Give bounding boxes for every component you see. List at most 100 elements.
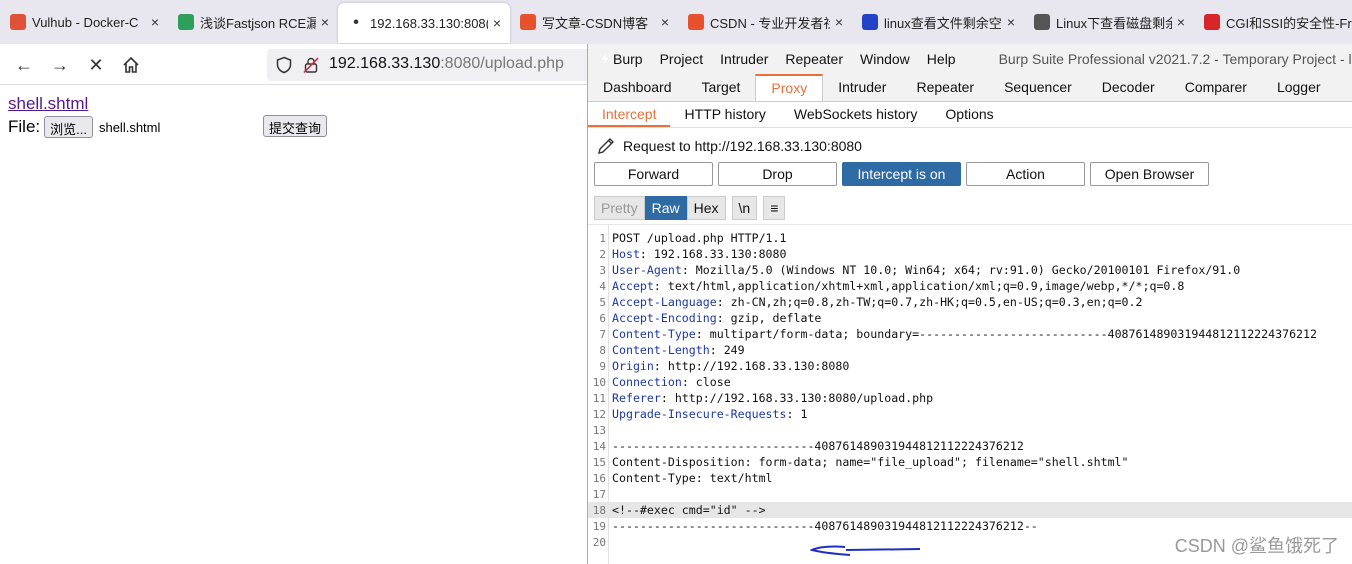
url-path: :8080/upload.php — [440, 55, 564, 72]
menu-burp[interactable]: Burp — [613, 51, 643, 67]
url-host: 192.168.33.130 — [329, 55, 441, 72]
burp-main-tabs: Dashboard Target Proxy Intruder Repeater Sequ… — [588, 74, 1352, 102]
browser-tab-6[interactable]: Linux下查看磁盘剩余 × — [1024, 0, 1194, 44]
insecure-lock-icon[interactable] — [302, 56, 320, 74]
menu-help[interactable]: Help — [927, 51, 956, 67]
line-value: : 249 — [709, 343, 745, 357]
line-value: -----------------------------40876148903… — [612, 439, 1024, 453]
tab-proxy[interactable]: Proxy — [755, 74, 824, 101]
tab-intruder[interactable]: Intruder — [823, 74, 901, 101]
tab-close-icon[interactable]: × — [1172, 14, 1190, 30]
upload-page: shell.shtml File: 浏览... shell.shtml 提交查询 — [0, 86, 588, 564]
tab-close-icon[interactable]: × — [830, 14, 848, 30]
line-value: POST /upload.php HTTP/1.1 — [612, 231, 787, 245]
request-line: 16 Content-Type: text/html — [588, 470, 1352, 486]
tab-decoder[interactable]: Decoder — [1087, 74, 1170, 101]
drop-button[interactable]: Drop — [718, 162, 837, 186]
browser-tab-4[interactable]: CSDN - 专业开发者社 × — [678, 0, 852, 44]
tab-favicon-icon — [1204, 14, 1220, 30]
tab-close-icon[interactable]: × — [146, 14, 164, 30]
line-number: 5 — [599, 296, 606, 309]
request-line: 3 User-Agent: Mozilla/5.0 (Windows NT 10.… — [588, 262, 1352, 278]
back-arrow-icon[interactable]: ← — [12, 53, 36, 77]
tab-favicon-icon — [178, 14, 194, 30]
tab-close-icon[interactable]: × — [656, 14, 674, 30]
request-line: 7 Content-Type: multipart/form-data; boun… — [588, 326, 1352, 342]
tab-favicon-icon — [688, 14, 704, 30]
tab-label: 192.168.33.130:808( — [370, 15, 488, 31]
menu-intruder[interactable]: Intruder — [720, 51, 768, 67]
tab-label: 浅谈Fastjson RCE漏 — [200, 15, 316, 31]
request-line: 10 Connection: close — [588, 374, 1352, 390]
subtab-options[interactable]: Options — [931, 102, 1007, 127]
uploaded-file-link[interactable]: shell.shtml — [8, 94, 88, 114]
tab-target[interactable]: Target — [687, 74, 756, 101]
tab-close-icon[interactable]: × — [488, 15, 506, 31]
line-number: 20 — [592, 536, 606, 549]
browser-tab-0[interactable]: Vulhub - Docker-C × — [0, 0, 168, 44]
url-text[interactable]: 192.168.33.130:8080/upload.php — [329, 55, 564, 73]
header-name: Connection — [612, 375, 682, 389]
browser-tab-7[interactable]: CGI和SSI的安全性-Fr — [1194, 0, 1352, 44]
tab-label: Vulhub - Docker-C — [32, 14, 139, 30]
line-value: : zh-CN,zh;q=0.8,zh-TW;q=0.7,zh-HK;q=0.5… — [716, 295, 1143, 309]
subtab-intercept[interactable]: Intercept — [588, 102, 671, 127]
line-content: Content-Type: text/html — [612, 470, 773, 486]
view-raw-button[interactable]: Raw — [644, 196, 687, 220]
view-hex-button[interactable]: Hex — [686, 196, 726, 220]
line-number: 14 — [592, 440, 606, 453]
open-browser-button[interactable]: Open Browser — [1090, 162, 1209, 186]
line-number: 7 — [599, 328, 606, 341]
tab-close-icon[interactable]: × — [1002, 14, 1020, 30]
line-number: 6 — [599, 312, 606, 325]
tab-dashboard[interactable]: Dashboard — [588, 74, 687, 101]
header-name: Upgrade-Insecure-Requests — [612, 407, 787, 421]
tab-favicon-icon — [1034, 14, 1050, 30]
request-line: 11 Referer: http://192.168.33.130:8080/up… — [588, 390, 1352, 406]
view-menu-icon[interactable]: ≡ — [763, 196, 786, 220]
forward-button[interactable]: Forward — [594, 162, 713, 186]
subtab-websockets-history[interactable]: WebSockets history — [780, 102, 931, 127]
view-n-button[interactable]: \n — [731, 196, 758, 220]
line-number: 16 — [592, 472, 606, 485]
action-button[interactable]: Action — [966, 162, 1085, 186]
tab-logger[interactable]: Logger — [1262, 74, 1336, 101]
burp-suite-window: Burp Project Intruder Repeater Window Help Bur… — [587, 44, 1352, 564]
line-content: Host: 192.168.33.130:8080 — [612, 246, 787, 262]
menu-project[interactable]: Project — [660, 51, 704, 67]
request-line: 17 — [588, 486, 1352, 502]
browser-tab-2[interactable]: • 192.168.33.130:808(× — [338, 3, 510, 43]
line-content: Content-Length: 249 — [612, 342, 745, 358]
submit-query-button[interactable]: 提交查询 — [263, 115, 328, 137]
url-bar[interactable]: 192.168.33.130:8080/upload.php — [267, 49, 588, 81]
line-content: User-Agent: Mozilla/5.0 (Windows NT 10.0… — [612, 262, 1240, 278]
shield-icon[interactable] — [275, 56, 293, 74]
forward-arrow-icon[interactable]: → — [48, 53, 72, 77]
line-number: 10 — [592, 376, 606, 389]
browser-tab-5[interactable]: linux查看文件剩余空 × — [852, 0, 1024, 44]
browser-nav-bar: ← → ✕ 192.168.33.130:8080/upload.php — [0, 44, 588, 85]
browser-tab-3[interactable]: 写文章-CSDN博客 × — [510, 0, 678, 44]
request-line: 5 Accept-Language: zh-CN,zh;q=0.8,zh-TW;q… — [588, 294, 1352, 310]
raw-request-editor[interactable]: 1 POST /upload.php HTTP/1.1 2 Host: 192.168… — [588, 224, 1352, 564]
browser-tab-1[interactable]: 浅谈Fastjson RCE漏 × — [168, 0, 338, 44]
subtab-http-history[interactable]: HTTP history — [670, 102, 779, 127]
file-row: File: 浏览... shell.shtml — [8, 116, 160, 138]
line-number: 18 — [592, 504, 606, 517]
tab-sequencer[interactable]: Sequencer — [989, 74, 1087, 101]
menu-window[interactable]: Window — [860, 51, 910, 67]
line-number: 12 — [592, 408, 606, 421]
header-name: User-Agent — [612, 263, 682, 277]
menu-repeater[interactable]: Repeater — [785, 51, 843, 67]
tab-repeater[interactable]: Repeater — [901, 74, 989, 101]
request-line: 9 Origin: http://192.168.33.130:8080 — [588, 358, 1352, 374]
view-pretty-button[interactable]: Pretty — [594, 196, 645, 220]
browse-button[interactable]: 浏览... — [44, 116, 93, 138]
intercept-is-on-button[interactable]: Intercept is on — [842, 162, 961, 186]
tab-comparer[interactable]: Comparer — [1170, 74, 1262, 101]
stop-loading-icon[interactable]: ✕ — [84, 53, 108, 77]
line-number: 3 — [599, 264, 606, 277]
tab-close-icon[interactable]: × — [316, 14, 334, 30]
line-value: : multipart/form-data; boundary=--------… — [695, 327, 1317, 341]
home-icon[interactable] — [119, 53, 143, 77]
